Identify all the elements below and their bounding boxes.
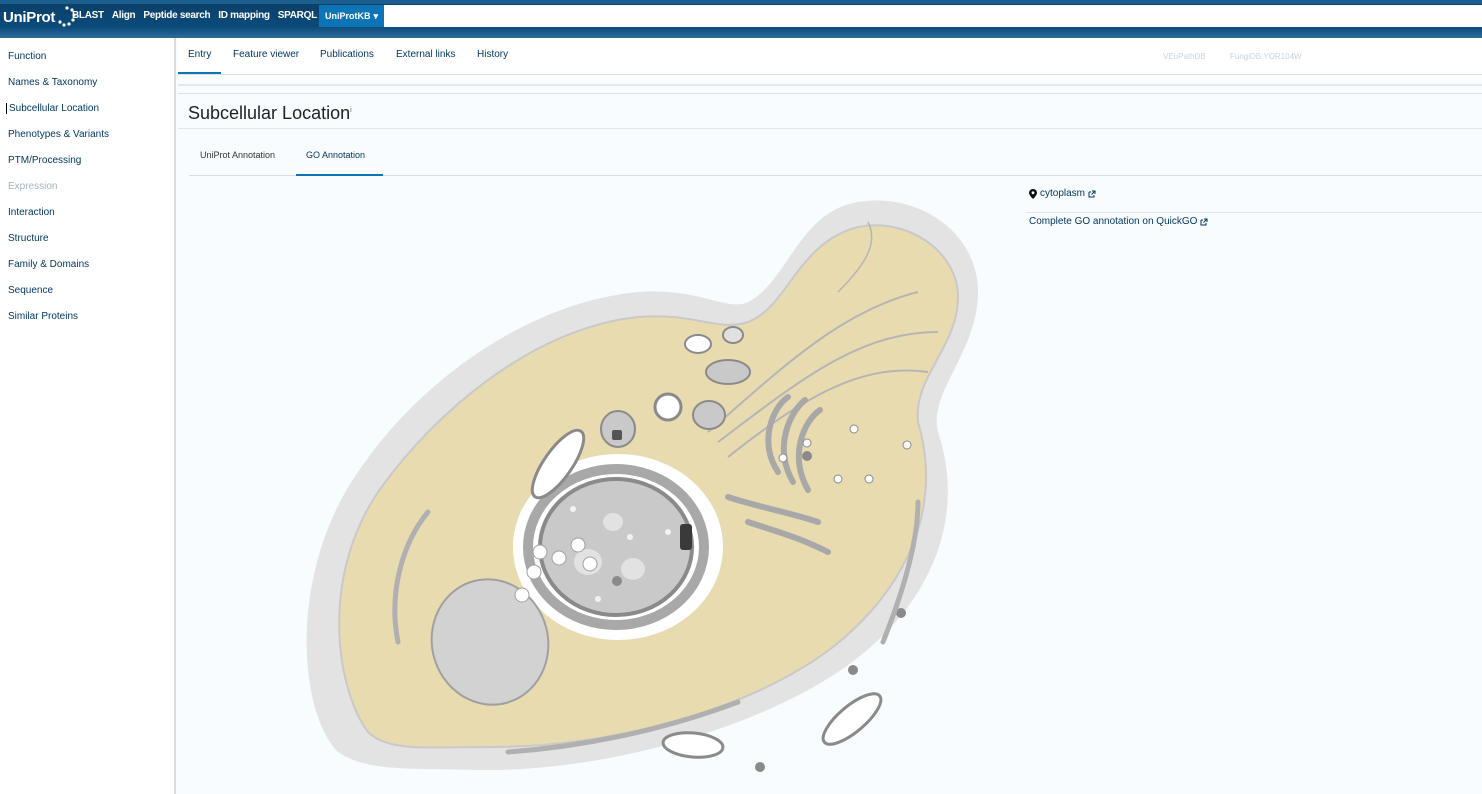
- tab-publications[interactable]: Publications: [320, 49, 374, 60]
- sidebar-item-expression: Expression: [8, 181, 58, 192]
- vesicle: [778, 453, 788, 463]
- tab-external-links[interactable]: External links: [396, 49, 455, 60]
- top-header: UniProt BLAST Align Peptide search ID ma…: [0, 0, 1482, 38]
- divider: [178, 128, 1482, 129]
- organelle: [705, 359, 751, 385]
- active-tab-indicator: [296, 174, 383, 176]
- nucleolus: [603, 513, 623, 531]
- divider: [178, 84, 1482, 86]
- tab-uniprot-annotation[interactable]: UniProt Annotation: [200, 150, 275, 160]
- vesicle: [802, 438, 812, 448]
- lipid-droplet: [570, 537, 586, 553]
- section-title-text: Subcellular Location: [188, 103, 351, 123]
- tab-history[interactable]: History: [477, 49, 508, 60]
- vesicle: [755, 762, 765, 772]
- external-link-icon: [1088, 190, 1096, 197]
- nav-sparql[interactable]: SPARQL: [278, 10, 317, 21]
- sidebar-item-function[interactable]: Function: [8, 51, 46, 62]
- lipid-droplet: [551, 550, 567, 566]
- sidebar-item-structure[interactable]: Structure: [8, 233, 49, 244]
- sidebar-item-subcellular-location[interactable]: Subcellular Location: [6, 103, 99, 114]
- nuclear-body: [570, 506, 576, 512]
- yeast-cell-illustration: [306, 200, 978, 772]
- main-nav: BLAST Align Peptide search ID mapping SP…: [72, 10, 317, 21]
- entry-tabs: Entry Feature viewer Publications Extern…: [177, 38, 1482, 75]
- sidebar-item-family-domains[interactable]: Family & Domains: [8, 259, 89, 270]
- tab-go-annotation[interactable]: GO Annotation: [306, 150, 365, 160]
- faded-link-veupathdb[interactable]: VEuPathDB: [1163, 52, 1206, 61]
- quickgo-link-label: Complete GO annotation on QuickGO: [1029, 216, 1198, 227]
- nav-blast[interactable]: BLAST: [72, 10, 104, 21]
- mitochondrion: [661, 731, 725, 759]
- nav-id-mapping[interactable]: ID mapping: [218, 10, 270, 21]
- organelle: [692, 400, 726, 430]
- nucleus: [538, 477, 694, 617]
- uniprot-logo[interactable]: UniProt: [3, 4, 77, 30]
- lipid-droplet: [514, 587, 530, 603]
- quickgo-link[interactable]: Complete GO annotation on QuickGO: [1029, 216, 1208, 227]
- sidebar: Function Names & Taxonomy Subcellular Lo…: [0, 38, 176, 794]
- tab-entry[interactable]: Entry: [177, 49, 222, 74]
- nuclear-body: [665, 529, 671, 535]
- spindle-pole-body: [680, 524, 692, 550]
- database-select-label: UniProtKB: [324, 11, 371, 21]
- faded-link-fungidb[interactable]: FungiDB:YOR104W: [1230, 52, 1302, 61]
- header-strip: [0, 0, 1482, 4]
- vesicle: [848, 665, 858, 675]
- go-location-cytoplasm[interactable]: cytoplasm: [1029, 188, 1096, 199]
- vesicle: [902, 440, 912, 450]
- organelle: [684, 334, 712, 354]
- vesicle: [833, 474, 843, 484]
- vesicle: [802, 451, 812, 461]
- external-link-icon: [1200, 218, 1208, 225]
- sidebar-item-interaction[interactable]: Interaction: [8, 207, 55, 218]
- divider: [1026, 212, 1482, 213]
- logo-text: UniProt: [3, 8, 56, 26]
- go-location-label: cytoplasm: [1040, 188, 1086, 199]
- nuclear-body: [595, 596, 601, 602]
- nucleolus: [621, 558, 645, 580]
- organelle-core: [612, 430, 622, 440]
- nav-peptide-search[interactable]: Peptide search: [143, 10, 210, 21]
- organelle: [722, 326, 744, 344]
- nuclear-body: [627, 534, 633, 540]
- lipid-droplet: [582, 556, 598, 572]
- subcellular-location-section: Subcellular Locationi UniProt Annotation…: [178, 93, 1482, 794]
- vesicle: [612, 576, 622, 586]
- vesicle: [849, 424, 859, 434]
- sidebar-item-sequence[interactable]: Sequence: [8, 285, 53, 296]
- section-title: Subcellular Locationi: [188, 103, 352, 124]
- vesicle: [864, 474, 874, 484]
- mitochondrion: [821, 692, 883, 746]
- lipid-droplet: [532, 544, 548, 560]
- database-select[interactable]: UniProtKB ▾: [319, 5, 384, 27]
- sidebar-item-names-taxonomy[interactable]: Names & Taxonomy: [8, 77, 97, 88]
- map-pin-icon: [1029, 188, 1037, 199]
- sidebar-item-ptm-processing[interactable]: PTM/Processing: [8, 155, 81, 166]
- info-icon[interactable]: i: [350, 107, 352, 114]
- sidebar-item-similar-proteins[interactable]: Similar Proteins: [8, 311, 78, 322]
- nav-align[interactable]: Align: [112, 10, 136, 21]
- caret-down-icon: ▾: [373, 10, 379, 21]
- lipid-droplet: [526, 564, 542, 580]
- organelle: [600, 410, 636, 448]
- tab-feature-viewer[interactable]: Feature viewer: [233, 49, 299, 60]
- search-input[interactable]: [384, 5, 1482, 27]
- sidebar-item-phenotypes-variants[interactable]: Phenotypes & Variants: [8, 129, 109, 140]
- peroxisome: [653, 392, 683, 422]
